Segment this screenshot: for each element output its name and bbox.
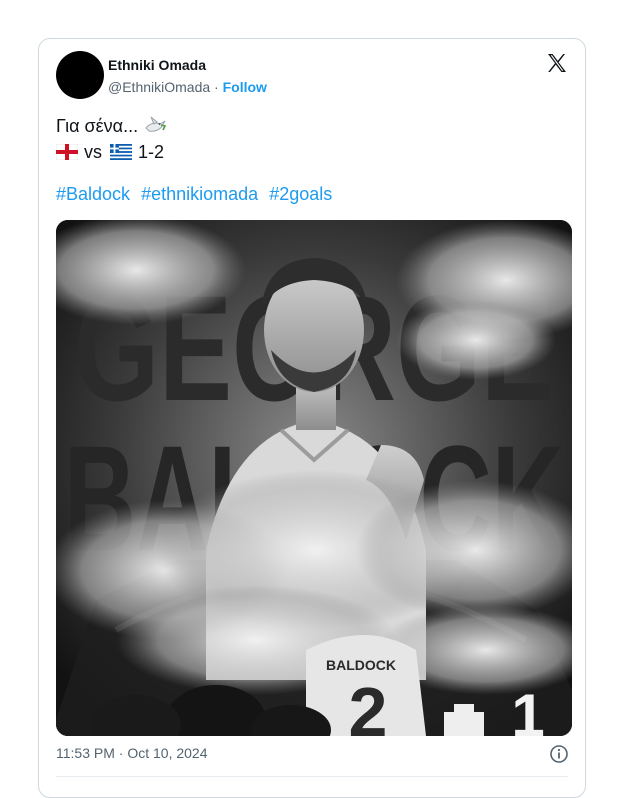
corner-number: 1: [511, 682, 544, 736]
tweet-text: Για σένα... vs 1-2: [56, 113, 168, 165]
vs-text: vs: [84, 142, 102, 162]
divider: [56, 776, 568, 777]
hashtags: #Baldock #ethnikiomada #2goals: [56, 184, 338, 205]
score-text: 1-2: [138, 142, 165, 162]
display-name[interactable]: Ethniki Omada: [108, 57, 206, 73]
england-flag-icon: [56, 144, 78, 160]
hashtag-ethnikiomada[interactable]: #ethnikiomada: [141, 184, 258, 204]
dove-icon: [145, 116, 167, 132]
hashtag-baldock[interactable]: #Baldock: [56, 184, 130, 204]
player-tribute-image: GEORGE BALDOCK: [56, 220, 572, 736]
handle[interactable]: @EthnikiOmada: [108, 79, 210, 95]
greece-flag-icon: [110, 144, 132, 160]
timestamp[interactable]: 11:53 PM · Oct 10, 2024: [56, 745, 208, 761]
x-logo-icon[interactable]: [545, 51, 569, 75]
separator: ·: [214, 79, 219, 95]
tweet-card[interactable]: Ethniki Omada @EthnikiOmada · Follow Για…: [38, 38, 586, 798]
handle-row: @EthnikiOmada · Follow: [108, 79, 267, 95]
hashtag-2goals[interactable]: #2goals: [269, 184, 332, 204]
follow-button[interactable]: Follow: [223, 79, 267, 95]
tweet-image[interactable]: GEORGE BALDOCK: [56, 220, 572, 736]
tweet-line-1: Για σένα...: [56, 116, 139, 136]
avatar[interactable]: [56, 51, 104, 99]
info-icon[interactable]: [549, 744, 569, 764]
shirt-number: 2: [349, 673, 388, 736]
shirt-name: BALDOCK: [326, 657, 396, 673]
